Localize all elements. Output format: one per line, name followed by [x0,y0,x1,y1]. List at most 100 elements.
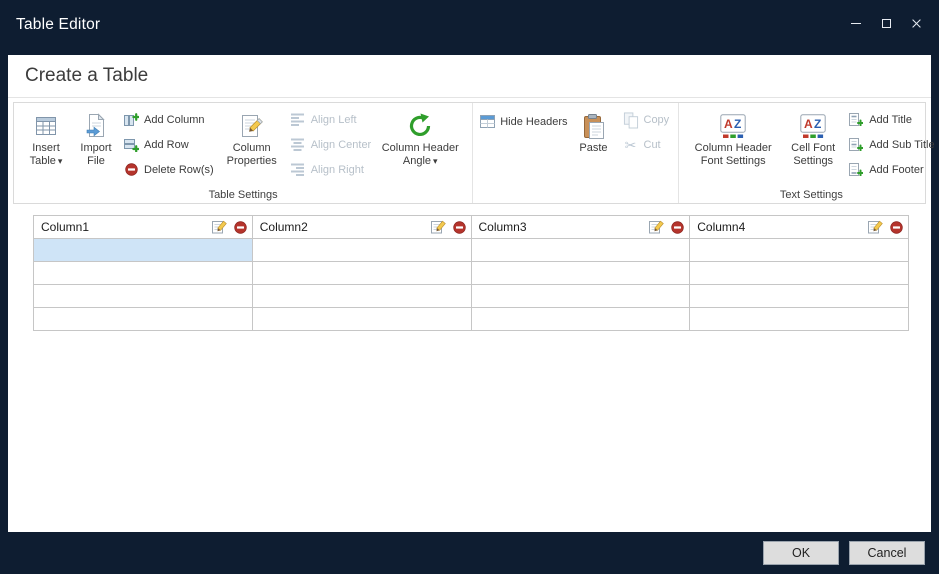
table-cell[interactable] [34,285,253,308]
align-left-label: Align Left [311,114,357,126]
table-row [34,239,909,262]
table-cell[interactable] [690,285,909,308]
edit-column-icon[interactable] [868,220,884,234]
insert-table-label: Insert Table [30,142,60,167]
ribbon-group-text-settings: AZ Column Header Font Settings AZ Cell F… [678,103,939,203]
add-sub-title-button[interactable]: Add Sub Title [848,134,934,155]
copy-cut-stack: Copy ✂ Cut [623,109,670,159]
align-left-icon [290,113,306,127]
column-header-font-settings-icon: AZ [720,110,746,142]
add-title-button[interactable]: Add Title [848,109,934,130]
add-title-label: Add Title [869,114,912,126]
table-cell[interactable] [252,239,471,262]
delete-column-icon[interactable] [453,221,466,234]
table-area: Column1 Column2 Column3 Column4 [33,215,909,331]
copy-button: Copy [623,109,670,130]
table-cell[interactable] [34,308,253,331]
table-cell[interactable] [471,262,690,285]
table-cell-selected[interactable] [34,239,253,262]
cut-icon: ✂ [623,138,639,152]
add-row-icon [123,138,139,152]
table-cell[interactable] [690,308,909,331]
delete-rows-label: Delete Row(s) [144,164,214,176]
delete-rows-icon [123,163,139,176]
import-file-icon [85,110,107,142]
align-right-icon [290,163,306,177]
copy-label: Copy [644,114,670,126]
group-caption-text-settings: Text Settings [679,189,939,201]
delete-column-icon[interactable] [671,221,684,234]
align-center-label: Align Center [311,139,372,151]
delete-column-icon[interactable] [234,221,247,234]
maximize-icon [882,19,891,28]
toolbar-ribbon: Insert Table▾ Import File Add Column [13,102,926,204]
cell-font-settings-button[interactable]: AZ Cell Font Settings [784,105,842,168]
table-cell[interactable] [252,262,471,285]
column-header-font-settings-label: Column Header Font Settings [688,142,778,168]
cancel-button[interactable]: Cancel [849,541,925,565]
insert-table-button[interactable]: Insert Table▾ [23,105,69,168]
minimize-icon [851,23,861,24]
import-file-button[interactable]: Import File [75,105,117,168]
table-cell[interactable] [252,308,471,331]
svg-text:Z: Z [734,117,741,131]
add-row-button[interactable]: Add Row [123,134,214,155]
column-header-angle-label: Column Header Angle [382,142,459,167]
window-controls [843,12,929,34]
header-row: Column1 Column2 Column3 Column4 [34,216,909,239]
copy-icon [623,111,639,129]
edit-column-icon[interactable] [431,220,447,234]
add-footer-button[interactable]: Add Footer [848,159,934,180]
add-sub-title-icon [848,138,864,151]
table-cell[interactable] [252,285,471,308]
table-row [34,285,909,308]
column-properties-button[interactable]: Column Properties [220,105,284,168]
delete-rows-button[interactable]: Delete Row(s) [123,159,214,180]
add-column-button[interactable]: Add Column [123,109,214,130]
table-cell[interactable] [34,262,253,285]
align-right-label: Align Right [311,164,364,176]
dialog-panel: Create a Table Insert Table▾ Import File [8,55,931,532]
edit-column-icon[interactable] [649,220,665,234]
align-center-button: Align Center [290,134,372,155]
delete-column-icon[interactable] [890,221,903,234]
titlebar: Table Editor [0,0,939,50]
window-title: Table Editor [16,16,100,34]
add-column-icon [123,113,139,127]
edit-column-icon[interactable] [212,220,228,234]
table-cell[interactable] [471,308,690,331]
hide-headers-button[interactable]: Hide Headers [479,111,567,132]
table-row [34,262,909,285]
group-caption-table-settings: Table Settings [14,189,472,201]
add-sub-title-label: Add Sub Title [869,139,934,151]
ok-button[interactable]: OK [763,541,839,565]
cell-font-settings-icon: AZ [800,110,826,142]
table-cell[interactable] [690,239,909,262]
svg-text:A: A [804,117,813,131]
create-table-grid: Column1 Column2 Column3 Column4 [33,215,909,331]
svg-text:Z: Z [814,117,821,131]
add-row-label: Add Row [144,139,189,151]
paste-label: Paste [579,142,607,155]
align-actions-stack: Align Left Align Center Align Right [290,109,372,184]
cut-label: Cut [644,139,661,151]
add-footer-label: Add Footer [869,164,923,176]
add-footer-icon [848,163,864,176]
paste-icon [583,110,605,142]
column-header-label: Column4 [697,220,862,234]
table-cell[interactable] [690,262,909,285]
column-header-label: Column1 [41,220,206,234]
column-header-angle-button[interactable]: Column Header Angle▾ [377,105,463,168]
dropdown-caret-icon: ▾ [433,156,438,166]
column-header-font-settings-button[interactable]: AZ Column Header Font Settings [688,105,778,168]
paste-button[interactable]: Paste [571,105,617,155]
table-cell[interactable] [471,239,690,262]
table-cell[interactable] [471,285,690,308]
align-right-button: Align Right [290,159,372,180]
page-title: Create a Table [8,55,931,98]
dropdown-caret-icon: ▾ [58,156,63,166]
close-button[interactable] [903,12,929,34]
maximize-button[interactable] [873,12,899,34]
row-actions-stack: Add Column Add Row Delete Row(s) [123,109,214,184]
minimize-button[interactable] [843,12,869,34]
